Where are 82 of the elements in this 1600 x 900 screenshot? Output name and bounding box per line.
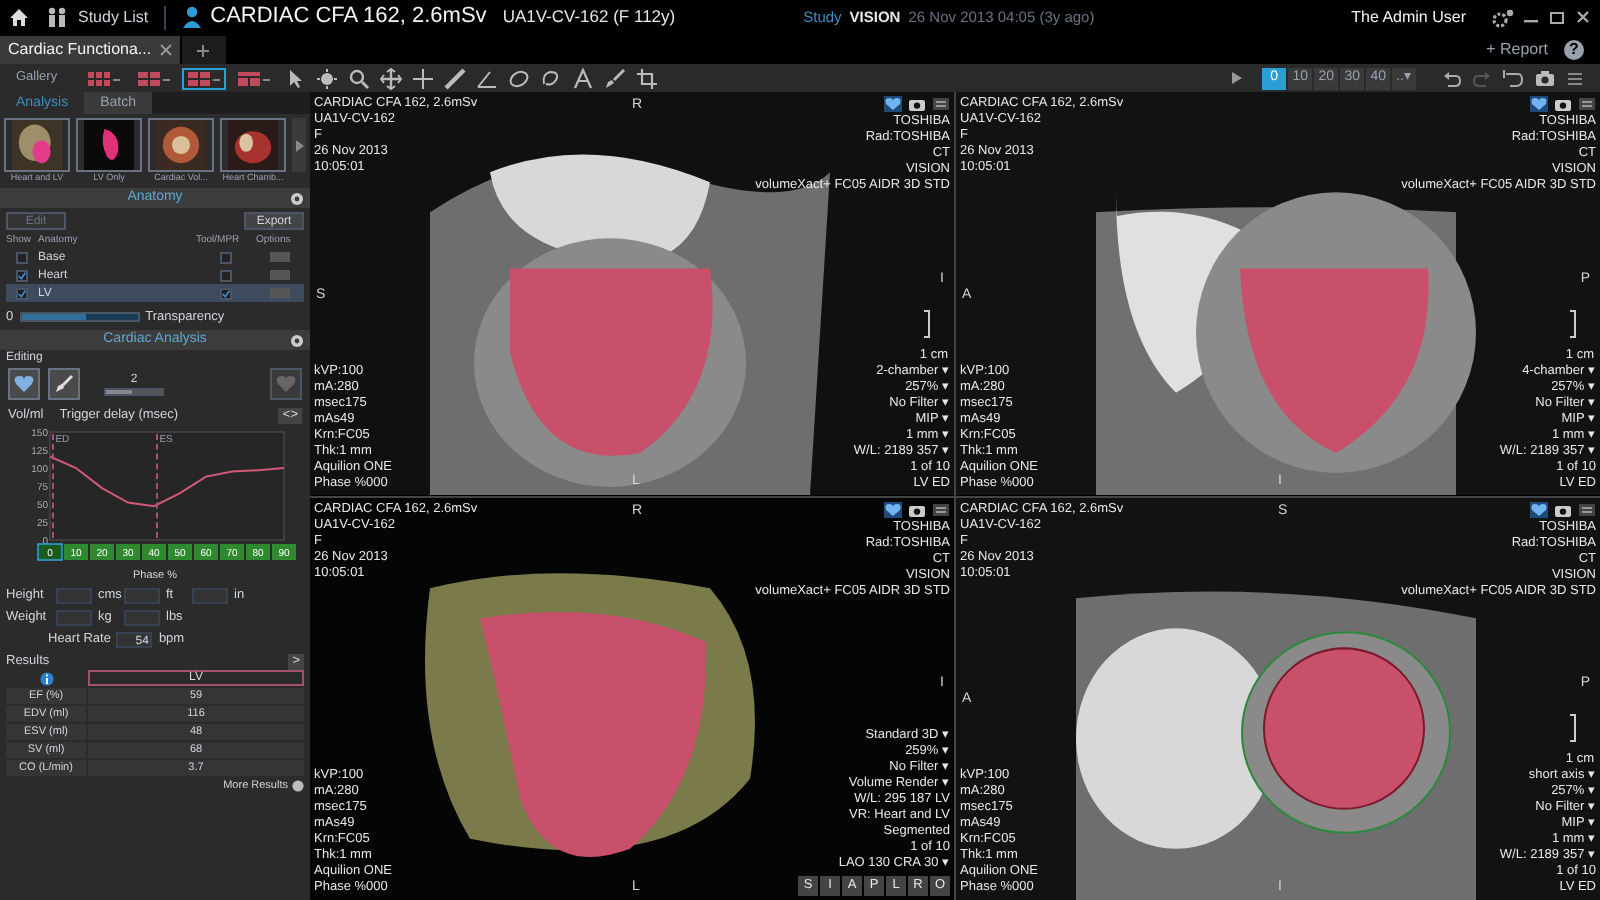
preset-thumbnail[interactable]	[76, 118, 142, 172]
menu-icon[interactable]	[1578, 96, 1596, 112]
settings-icon[interactable]	[292, 779, 304, 791]
document-tab[interactable]: Cardiac Functiona...	[0, 36, 180, 64]
play-icon[interactable]	[1230, 70, 1245, 86]
text-tool-icon[interactable]	[571, 67, 594, 89]
phase-marker-line	[52, 434, 55, 538]
transparency-slider[interactable]	[19, 312, 140, 322]
settings-icon[interactable]	[290, 333, 304, 347]
ellipse-icon[interactable]	[507, 67, 530, 89]
scale-bar-icon	[1570, 714, 1576, 743]
phase-marker-line	[156, 434, 159, 538]
size-slider[interactable]	[104, 388, 164, 396]
preset-thumbnail[interactable]	[148, 118, 214, 172]
info-icon[interactable]	[39, 671, 53, 685]
undo-icon[interactable]	[1442, 68, 1462, 88]
checkbox[interactable]	[16, 251, 28, 263]
brush-tool-button[interactable]	[48, 368, 80, 400]
grid-layout-icon	[235, 69, 262, 87]
heart-icon[interactable]	[884, 96, 902, 112]
input-field[interactable]	[56, 588, 92, 604]
checkbox[interactable]	[16, 287, 28, 299]
maximize-icon[interactable]	[1548, 8, 1566, 26]
crosshair-icon[interactable]	[411, 67, 434, 89]
caret-icon	[295, 139, 303, 151]
ruler-icon[interactable]	[443, 67, 466, 89]
angle-icon[interactable]	[475, 67, 498, 89]
layout-button[interactable]	[133, 69, 174, 87]
heart-icon	[276, 374, 296, 394]
contrast-icon[interactable]	[315, 67, 338, 89]
reset-icon[interactable]	[1502, 68, 1524, 88]
checkbox[interactable]	[220, 251, 232, 263]
new-tab-button[interactable]	[181, 36, 226, 64]
search-icon[interactable]	[347, 67, 370, 89]
settings-icon[interactable]	[1490, 7, 1514, 27]
input-field[interactable]	[124, 610, 160, 626]
help-button[interactable]: ?	[1564, 39, 1584, 59]
brush-icon	[54, 374, 74, 394]
scroll-right-button[interactable]	[292, 118, 306, 172]
checkbox[interactable]	[220, 287, 232, 299]
preset-thumbnail[interactable]	[4, 118, 70, 172]
brush-icon[interactable]	[603, 67, 626, 89]
report-link[interactable]: + Report	[1486, 37, 1548, 61]
heart-icon[interactable]	[1530, 96, 1548, 112]
grid-layout-icon	[185, 69, 212, 87]
settings-icon[interactable]	[290, 191, 304, 205]
menu-icon[interactable]	[1566, 69, 1584, 87]
heart-tool-button[interactable]	[8, 368, 40, 400]
camera-icon[interactable]	[908, 501, 926, 517]
home-icon[interactable]	[8, 6, 30, 28]
plus-icon	[196, 43, 211, 57]
patient-name: CARDIAC CFA 162, 2.6mSv	[210, 2, 487, 33]
input-field[interactable]	[56, 610, 92, 626]
preset-thumbnail[interactable]	[220, 118, 286, 172]
camera-icon[interactable]	[908, 96, 926, 112]
layout-button[interactable]	[183, 69, 224, 87]
camera-icon[interactable]	[1554, 501, 1572, 517]
heart-icon	[14, 374, 34, 394]
input-field[interactable]	[192, 588, 228, 604]
camera-icon[interactable]	[1554, 96, 1572, 112]
checkmark-icon	[222, 287, 230, 299]
camera-icon[interactable]	[1534, 68, 1556, 88]
person-icon	[182, 6, 203, 28]
input-field[interactable]	[124, 588, 160, 604]
freehand-icon[interactable]	[539, 67, 562, 89]
layout-button[interactable]	[233, 69, 274, 87]
menu-icon[interactable]	[932, 96, 950, 112]
grid-layout-icon	[135, 69, 162, 87]
scale-bar-icon	[1570, 309, 1576, 338]
close-icon[interactable]	[1574, 8, 1592, 26]
crop-icon[interactable]	[635, 67, 658, 89]
people-icon[interactable]	[46, 6, 70, 28]
scale-bar-icon	[924, 309, 930, 338]
grid-layout-icon	[85, 69, 112, 87]
checkbox[interactable]	[220, 269, 232, 281]
close-icon[interactable]	[159, 44, 172, 56]
move-icon[interactable]	[379, 67, 402, 89]
checkbox[interactable]	[16, 269, 28, 281]
study-list-link[interactable]: Study List	[78, 5, 149, 29]
user-name: The Admin User	[1351, 5, 1466, 29]
layout-button[interactable]	[83, 69, 124, 87]
patient-id: UA1V-CV-162 (F 112y)	[502, 4, 676, 30]
